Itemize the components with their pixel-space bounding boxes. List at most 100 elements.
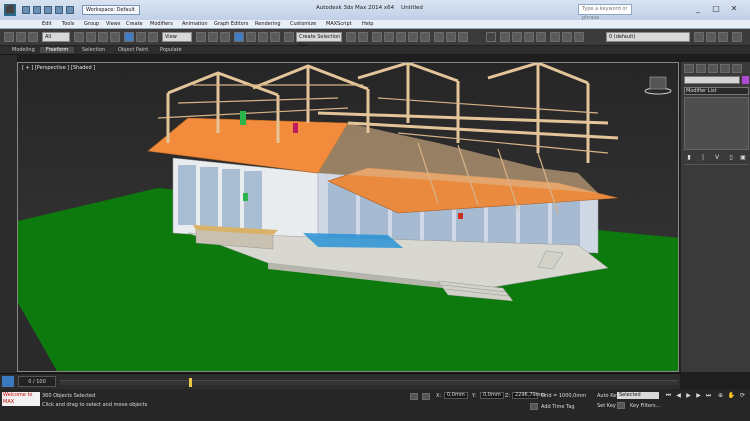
x-coordinate-field[interactable]: 0,0mm [444,392,468,399]
pivot-center-icon[interactable] [196,32,206,42]
viewport-label-menu[interactable]: [ + ] [Perspective ] [Shaded ] [22,65,95,71]
save-file-icon[interactable] [44,6,52,14]
menu-graph-editors[interactable]: Graph Editors [214,21,248,27]
go-to-start-icon[interactable]: ⏮ [664,392,673,399]
lock-selection-icon[interactable] [410,393,418,400]
pan-view-icon[interactable]: ✋ [727,392,736,399]
container-icon[interactable] [562,32,572,42]
key-filters-button[interactable]: Key Filters... [630,403,660,409]
rectangular-selection-icon[interactable] [98,32,108,42]
previous-frame-icon[interactable]: ◀ [674,392,683,399]
graphite-toolset-icon[interactable] [384,32,394,42]
absolute-mode-icon[interactable] [422,393,430,400]
layer-properties-icon[interactable] [732,32,742,42]
keyboard-shortcut-override-icon[interactable] [220,32,230,42]
z-coordinate-field[interactable]: 2296,79mm [512,392,545,399]
remove-modifier-icon[interactable]: ▯ [727,154,735,161]
set-key-icon[interactable] [617,402,625,409]
curve-editor-icon[interactable] [396,32,406,42]
layer-toolbar-icon[interactable] [486,32,496,42]
ribbon-tab-populate[interactable]: Populate [160,47,182,53]
menu-tools[interactable]: Tools [62,21,74,27]
orbit-icon[interactable]: ⟳ [738,392,747,399]
current-layer-dropdown[interactable]: 0 (default) [606,32,690,42]
add-time-tag-button[interactable]: Add Time Tag [541,404,575,410]
ribbon-tab-freeform[interactable]: Freeform [40,47,75,53]
objects-icon[interactable] [574,32,584,42]
ribbon-tab-modeling[interactable]: Modeling [12,47,35,53]
object-name-field[interactable] [684,76,740,84]
pin-stack-icon[interactable]: ▮ [685,154,693,161]
modifier-list-dropdown[interactable]: Modifier List [684,87,749,95]
auto-key-button[interactable]: Auto Key [597,393,619,399]
close-icon[interactable]: ✕ [728,3,740,15]
create-new-layer-icon[interactable] [500,32,510,42]
selection-filter-dropdown[interactable]: All [42,32,70,42]
layer-manager-icon[interactable] [372,32,382,42]
key-selection-dropdown[interactable]: Selected [617,392,659,399]
ribbon-tab-selection[interactable]: Selection [82,47,105,53]
rendered-frame-window-icon[interactable] [446,32,456,42]
unlink-icon[interactable] [16,32,26,42]
brush-icon[interactable] [550,32,560,42]
reference-coordinate-dropdown[interactable]: View [162,32,192,42]
menu-edit[interactable]: Edit [42,21,52,27]
layer-hide-icon[interactable] [706,32,716,42]
keyword-search-input[interactable]: Type a keyword or phrase [578,4,632,21]
menu-group[interactable]: Group [84,21,99,27]
select-by-name-icon[interactable] [86,32,96,42]
perspective-viewport[interactable]: [ + ] [Perspective ] [Shaded ] [17,62,679,372]
y-coordinate-field[interactable]: 0,0mm [480,392,504,399]
maxscript-listener[interactable]: Welcome to MAX [2,392,40,406]
window-crossing-icon[interactable] [110,32,120,42]
schematic-view-icon[interactable] [408,32,418,42]
display-tab-icon[interactable] [732,64,742,73]
select-and-manipulate-icon[interactable] [208,32,218,42]
minimize-icon[interactable]: _ [692,3,704,15]
select-layer-objects-icon[interactable] [524,32,534,42]
hierarchy-tab-icon[interactable] [708,64,718,73]
redo-icon[interactable] [66,6,74,14]
track-bar[interactable] [60,380,678,385]
go-to-end-icon[interactable]: ⏭ [704,392,713,399]
edit-named-selection-icon[interactable] [284,32,294,42]
make-unique-icon[interactable]: V [713,154,721,161]
render-setup-icon[interactable] [434,32,444,42]
select-and-move-icon[interactable] [124,32,134,42]
menu-rendering[interactable]: Rendering [255,21,281,27]
time-slider-thumb[interactable] [189,378,192,387]
render-production-icon[interactable] [458,32,468,42]
percent-snap-icon[interactable] [258,32,268,42]
create-tab-icon[interactable] [684,64,694,73]
motion-tab-icon[interactable] [720,64,730,73]
workspace-selector[interactable]: Workspace: Default [82,5,140,15]
next-frame-icon[interactable]: ▶ [694,392,703,399]
link-icon[interactable] [4,32,14,42]
configure-modifier-sets-icon[interactable]: ▣ [739,154,747,161]
set-key-button[interactable]: Set Key [597,403,616,409]
play-icon[interactable]: ▶ [684,392,693,399]
new-file-icon[interactable] [22,6,30,14]
menu-customize[interactable]: Customize [290,21,316,27]
snaps-toggle-icon[interactable] [234,32,244,42]
frame-counter[interactable]: 0 / 100 [18,376,56,387]
modifier-stack[interactable] [684,97,749,150]
show-end-result-icon[interactable]: | [699,154,707,161]
material-editor-icon[interactable] [420,32,430,42]
spinner-snap-icon[interactable] [270,32,280,42]
layer-add-icon[interactable] [694,32,704,42]
menu-modifiers[interactable]: Modifiers [150,21,173,27]
select-and-scale-icon[interactable] [148,32,158,42]
align-icon[interactable] [358,32,368,42]
layer-freeze-icon[interactable] [718,32,728,42]
time-tag-icon[interactable] [530,403,538,410]
undo-icon[interactable] [55,6,63,14]
open-file-icon[interactable] [33,6,41,14]
menu-help[interactable]: Help [362,21,373,27]
ribbon-tab-object-paint[interactable]: Object Paint [118,47,148,53]
app-menu-button[interactable]: ⬛ [4,4,16,16]
menu-maxscript[interactable]: MAXScript [326,21,352,27]
zoom-extents-icon[interactable]: ⊕ [716,392,725,399]
select-and-rotate-icon[interactable] [136,32,146,42]
menu-create[interactable]: Create [126,21,143,27]
